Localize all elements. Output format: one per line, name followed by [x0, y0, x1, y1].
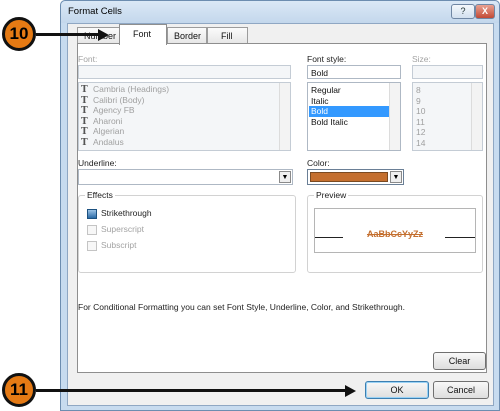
dialog-client-area: Number Font Border Fill Font: T Cambria (…: [67, 23, 494, 406]
list-item[interactable]: T Agency FB: [80, 105, 135, 116]
superscript-checkbox[interactable]: [87, 225, 97, 235]
cancel-button[interactable]: Cancel: [433, 381, 489, 399]
list-item[interactable]: T Cambria (Headings): [80, 84, 169, 95]
color-swatch: [310, 172, 388, 182]
list-item[interactable]: 10: [414, 106, 425, 117]
superscript-label: Superscript: [101, 224, 144, 234]
truetype-font-icon: T: [81, 137, 88, 148]
font-style-option-bold-italic[interactable]: Bold Italic: [309, 117, 348, 128]
conditional-formatting-note: For Conditional Formatting you can set F…: [78, 302, 405, 312]
size-list[interactable]: 8 9 10 11 12 14: [412, 82, 483, 151]
preview-box: AaBbCcYyZz: [314, 208, 476, 253]
callout-10-arrowhead: [98, 28, 109, 41]
color-label: Color:: [307, 158, 330, 168]
help-button[interactable]: ?: [451, 4, 475, 19]
font-list-scrollbar[interactable]: [279, 83, 290, 150]
tab-font[interactable]: Font: [119, 24, 167, 45]
font-label: Font:: [78, 54, 98, 64]
list-item[interactable]: T Aharoni: [80, 116, 122, 127]
clear-button[interactable]: Clear: [433, 352, 486, 370]
list-item[interactable]: 11: [414, 117, 425, 128]
list-item[interactable]: T Algerian: [80, 126, 124, 137]
list-item[interactable]: 8: [414, 85, 421, 96]
font-style-list[interactable]: Regular Italic Bold Bold Italic: [307, 82, 401, 151]
callout-step-11: 11: [2, 373, 36, 407]
effects-group: Effects Strikethrough Superscript Subscr…: [78, 190, 296, 273]
color-dropdown[interactable]: ▼: [307, 169, 404, 185]
strikethrough-checkbox[interactable]: [87, 209, 97, 219]
font-list[interactable]: T Cambria (Headings) T Calibri (Body) T Age…: [78, 82, 291, 151]
strikethrough-label: Strikethrough: [101, 208, 152, 218]
size-input[interactable]: [412, 65, 483, 79]
callout-11-arrow: [36, 389, 348, 392]
font-style-option-regular[interactable]: Regular: [309, 85, 341, 96]
underline-label: Underline:: [78, 158, 117, 168]
list-item[interactable]: 9: [414, 96, 421, 107]
close-button[interactable]: X: [475, 4, 495, 19]
list-item[interactable]: 14: [414, 138, 425, 149]
list-item[interactable]: T Calibri (Body): [80, 95, 145, 106]
chevron-down-icon[interactable]: ▼: [390, 171, 402, 183]
preview-group: Preview AaBbCcYyZz: [307, 190, 483, 273]
preview-sample: AaBbCcYyZz: [366, 229, 423, 239]
callout-11-arrowhead: [345, 384, 356, 397]
font-style-option-bold[interactable]: Bold: [309, 106, 389, 117]
list-item[interactable]: 12: [414, 127, 425, 138]
list-item[interactable]: T Andalus: [80, 137, 124, 148]
format-cells-dialog: Format Cells ? X Number Font Border Fill…: [60, 0, 500, 411]
font-name-input[interactable]: [78, 65, 291, 79]
size-label: Size:: [412, 54, 431, 64]
callout-10-arrow: [36, 33, 100, 36]
underline-dropdown[interactable]: ▼: [78, 169, 293, 185]
dialog-title: Format Cells: [68, 6, 122, 17]
effects-title: Effects: [85, 190, 115, 200]
font-style-label: Font style:: [307, 54, 347, 64]
subscript-label: Subscript: [101, 240, 137, 250]
callout-step-10: 10: [2, 17, 36, 51]
preview-title: Preview: [314, 190, 349, 200]
font-tab-panel: Font: T Cambria (Headings) T Calibri (Body…: [77, 43, 487, 373]
ok-button[interactable]: OK: [365, 381, 429, 399]
font-style-option-italic[interactable]: Italic: [309, 96, 328, 107]
font-style-input[interactable]: Bold: [307, 65, 401, 79]
title-bar[interactable]: Format Cells ? X: [61, 1, 499, 23]
font-style-list-scrollbar[interactable]: [389, 83, 400, 150]
size-list-scrollbar[interactable]: [471, 83, 482, 150]
subscript-checkbox[interactable]: [87, 241, 97, 251]
chevron-down-icon[interactable]: ▼: [279, 171, 291, 183]
